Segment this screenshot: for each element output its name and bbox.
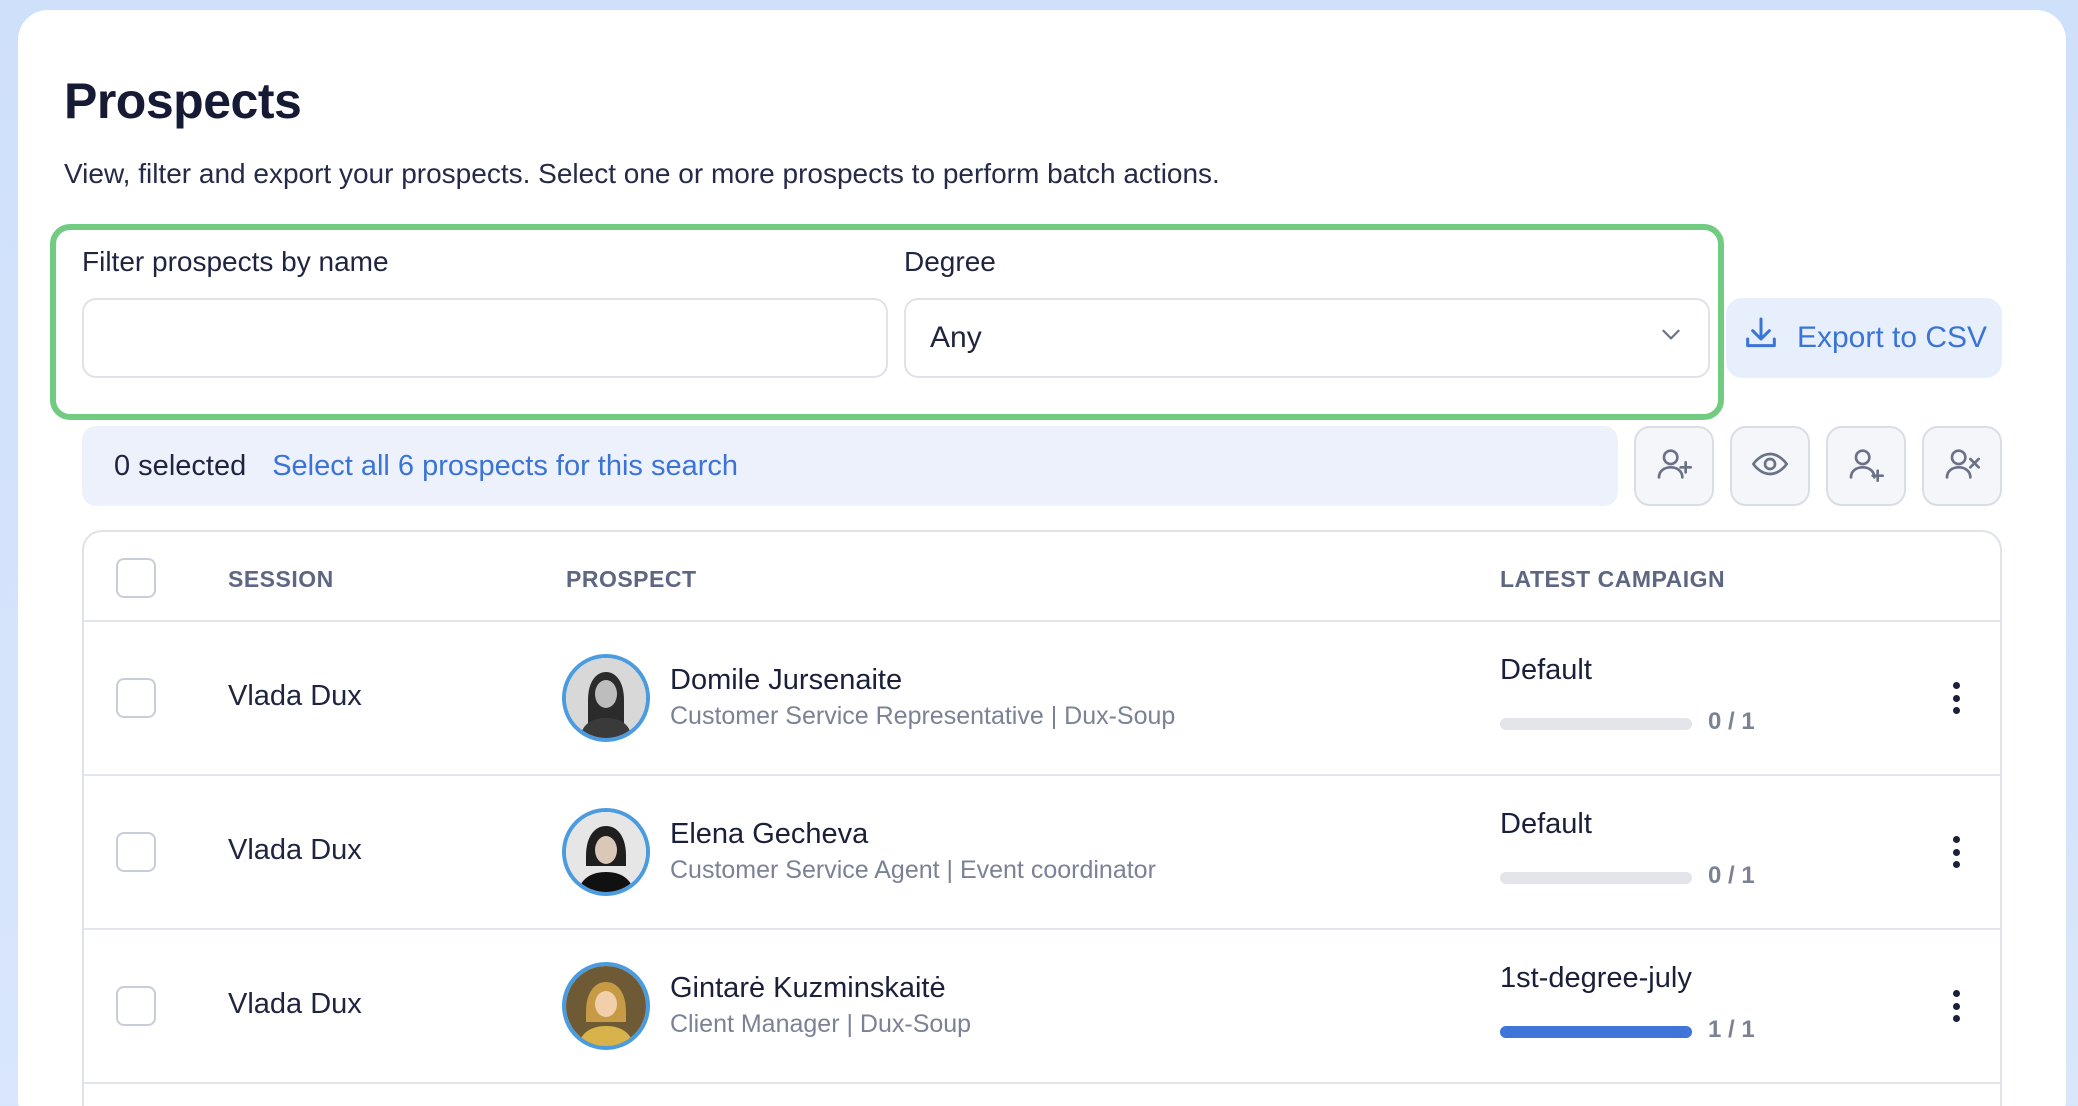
name-filter-input[interactable] xyxy=(82,298,888,378)
chevron-down-icon xyxy=(1658,321,1684,355)
table-row[interactable]: Vlada Dux Gintarė Kuzminskaitė Client Ma… xyxy=(84,930,2000,1084)
campaign-progress-fill xyxy=(1500,1026,1692,1038)
campaign-progress-text: 0 / 1 xyxy=(1708,862,1755,889)
connect-button[interactable] xyxy=(1634,426,1714,506)
view-button[interactable] xyxy=(1730,426,1810,506)
table-row[interactable]: Vlada Dux Domile Jursenaite Customer Ser… xyxy=(84,622,2000,776)
kebab-dot xyxy=(1952,1015,1960,1022)
campaign-name: 1st-degree-july xyxy=(1500,962,1692,994)
kebab-dot xyxy=(1952,707,1960,714)
kebab-dot xyxy=(1952,836,1960,843)
page-title: Prospects xyxy=(64,73,302,129)
kebab-dot xyxy=(1952,848,1960,856)
prospect-name[interactable]: Elena Gecheva xyxy=(670,818,868,851)
prospect-title: Customer Service Representative | Dux-So… xyxy=(670,702,1176,730)
campaign-progress-bar xyxy=(1500,1026,1692,1038)
avatar[interactable] xyxy=(562,962,650,1050)
column-header-latest-campaign: LATEST CAMPAIGN xyxy=(1500,566,1726,592)
row-session: Vlada Dux xyxy=(228,834,362,866)
export-csv-label: Export to CSV xyxy=(1796,321,1988,354)
kebab-dot xyxy=(1952,1002,1960,1010)
avatar[interactable] xyxy=(562,808,650,896)
selection-bar: 0 selected Select all 6 prospects for th… xyxy=(82,426,1618,506)
kebab-dot xyxy=(1952,682,1960,689)
row-session: Vlada Dux xyxy=(228,680,362,712)
select-all-checkbox[interactable] xyxy=(116,558,156,598)
add-prospect-icon xyxy=(1846,444,1886,489)
kebab-dot xyxy=(1952,694,1960,702)
row-checkbox[interactable] xyxy=(116,986,156,1026)
add-connection-icon xyxy=(1654,444,1694,489)
row-session: Vlada Dux xyxy=(228,988,362,1020)
selected-count: 0 selected xyxy=(114,449,247,482)
campaign-progress-bar xyxy=(1500,718,1692,730)
view-profile-icon xyxy=(1750,444,1790,489)
campaign-name: Default xyxy=(1500,808,1592,840)
name-filter-label: Filter prospects by name xyxy=(82,246,389,277)
kebab-dot xyxy=(1952,861,1960,868)
add-prospect-button[interactable] xyxy=(1826,426,1906,506)
row-menu-button[interactable] xyxy=(1944,678,1968,718)
table-row[interactable]: Vlada Dux Elena Gecheva Customer Service… xyxy=(84,776,2000,930)
row-checkbox[interactable] xyxy=(116,832,156,872)
degree-filter-label: Degree xyxy=(904,246,996,277)
column-header-session: SESSION xyxy=(228,566,334,592)
download-icon xyxy=(1741,314,1781,362)
campaign-progress-text: 0 / 1 xyxy=(1708,708,1755,735)
degree-select[interactable]: Any xyxy=(904,298,1710,378)
prospect-name[interactable]: Domile Jursenaite xyxy=(670,664,902,697)
row-menu-button[interactable] xyxy=(1944,986,1968,1026)
campaign-progress-bar xyxy=(1500,872,1692,884)
remove-prospect-button[interactable] xyxy=(1922,426,2002,506)
prospect-name[interactable]: Gintarė Kuzminskaitė xyxy=(670,972,946,1005)
export-csv-button[interactable]: Export to CSV xyxy=(1726,298,2002,378)
avatar[interactable] xyxy=(562,654,650,742)
page-subtitle: View, filter and export your prospects. … xyxy=(64,158,1220,189)
degree-select-value: Any xyxy=(930,321,982,354)
table-header: SESSION PROSPECT LATEST CAMPAIGN xyxy=(84,532,2000,622)
campaign-name: Default xyxy=(1500,654,1592,686)
prospect-title: Customer Service Agent | Event coordinat… xyxy=(670,856,1156,884)
prospects-table: SESSION PROSPECT LATEST CAMPAIGN Vlada D… xyxy=(82,530,2002,1106)
column-header-prospect: PROSPECT xyxy=(566,566,697,592)
prospect-title: Client Manager | Dux-Soup xyxy=(670,1010,972,1038)
row-checkbox[interactable] xyxy=(116,678,156,718)
select-all-link[interactable]: Select all 6 prospects for this search xyxy=(272,450,738,483)
remove-prospect-icon xyxy=(1942,444,1982,489)
kebab-dot xyxy=(1952,990,1960,997)
campaign-progress-text: 1 / 1 xyxy=(1708,1016,1755,1043)
row-menu-button[interactable] xyxy=(1944,832,1968,872)
